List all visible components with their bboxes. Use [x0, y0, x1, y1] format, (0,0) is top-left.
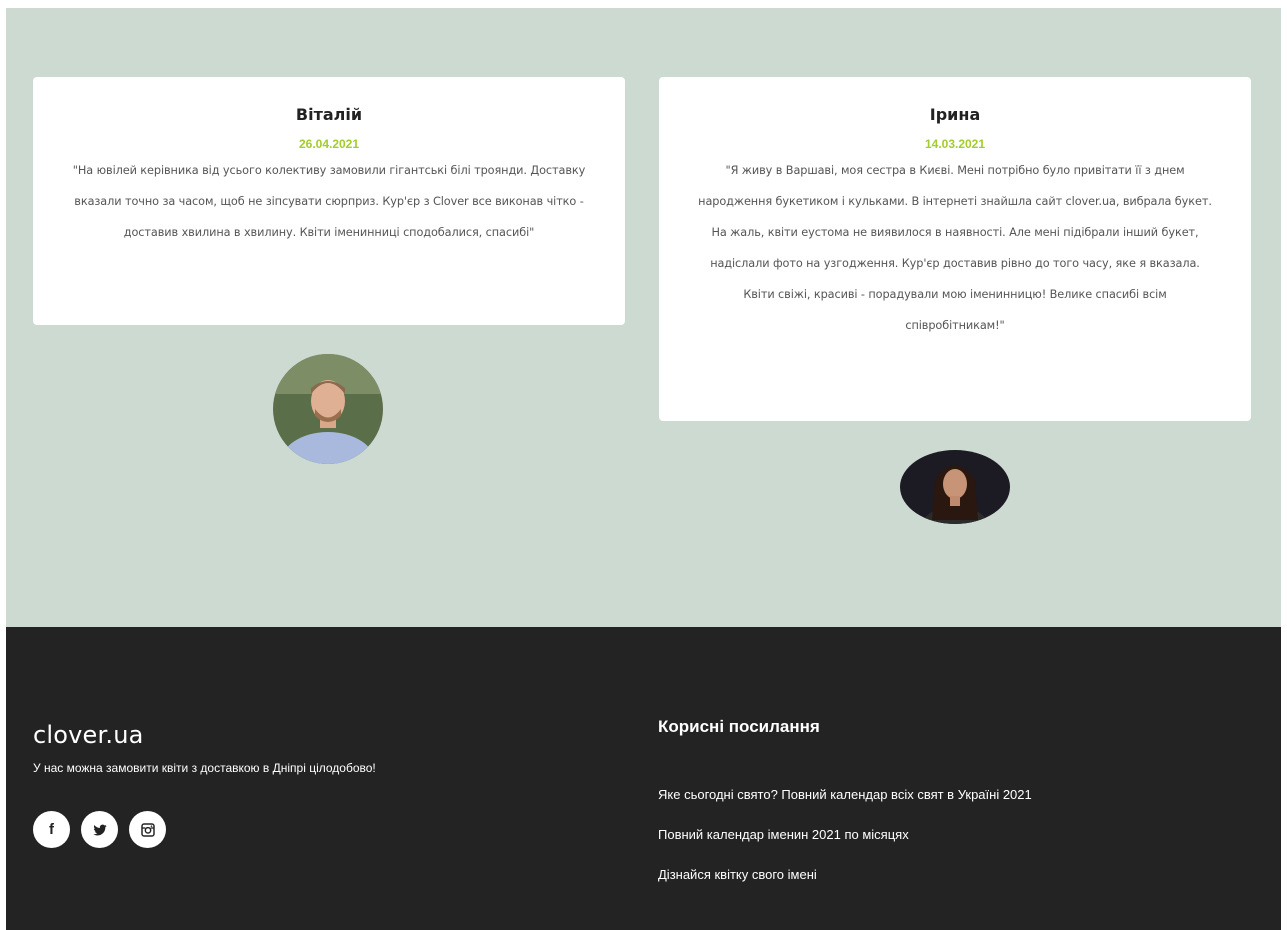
footer-link-holidays-calendar: Яке сьогодні свято? Повний календар всіх…	[658, 787, 1032, 827]
footer-link-name-flower: Дізнайся квітку свого імені	[658, 867, 1032, 907]
footer-logo[interactable]: clover.ua	[33, 721, 144, 749]
useful-links-list: Яке сьогодні свято? Повний календар всіх…	[658, 787, 1032, 907]
footer-link-name-days-calendar: Повний календар іменин 2021 по місяцях	[658, 827, 1032, 867]
twitter-glyph	[92, 824, 107, 835]
social-links: f	[33, 811, 166, 848]
reviews-section: Віталій 26.04.2021 "На ювілей керівника …	[6, 8, 1281, 627]
review-date: 26.04.2021	[298, 137, 360, 151]
facebook-icon[interactable]: f	[33, 811, 70, 848]
footer-link[interactable]: Повний календар іменин 2021 по місяцях	[658, 827, 909, 842]
review-text: "На ювілей керівника від усього колектив…	[72, 164, 586, 239]
reviewer-name: Ірина	[929, 105, 981, 124]
instagram-glyph	[140, 822, 155, 837]
footer-tagline: У нас можна замовити квіти з доставкою в…	[33, 761, 376, 775]
review-date: 14.03.2021	[924, 137, 986, 151]
reviewer-avatar	[900, 450, 1010, 524]
instagram-icon[interactable]	[129, 811, 166, 848]
review-card: Віталій 26.04.2021 "На ювілей керівника …	[33, 77, 625, 325]
footer-link[interactable]: Дізнайся квітку свого імені	[658, 867, 817, 882]
facebook-glyph: f	[49, 821, 54, 838]
page: Віталій 26.04.2021 "На ювілей керівника …	[6, 8, 1281, 930]
review-card: Ірина 14.03.2021 "Я живу в Варшаві, моя …	[659, 77, 1251, 421]
site-footer: clover.ua У нас можна замовити квіти з д…	[6, 627, 1281, 930]
useful-links-heading: Корисні посилання	[658, 717, 820, 736]
twitter-icon[interactable]	[81, 811, 118, 848]
footer-link[interactable]: Яке сьогодні свято? Повний календар всіх…	[658, 787, 1032, 802]
reviewer-avatar	[273, 354, 383, 464]
reviewer-name: Віталій	[295, 105, 363, 124]
review-text: "Я живу в Варшаві, моя сестра в Києві. М…	[698, 164, 1212, 332]
